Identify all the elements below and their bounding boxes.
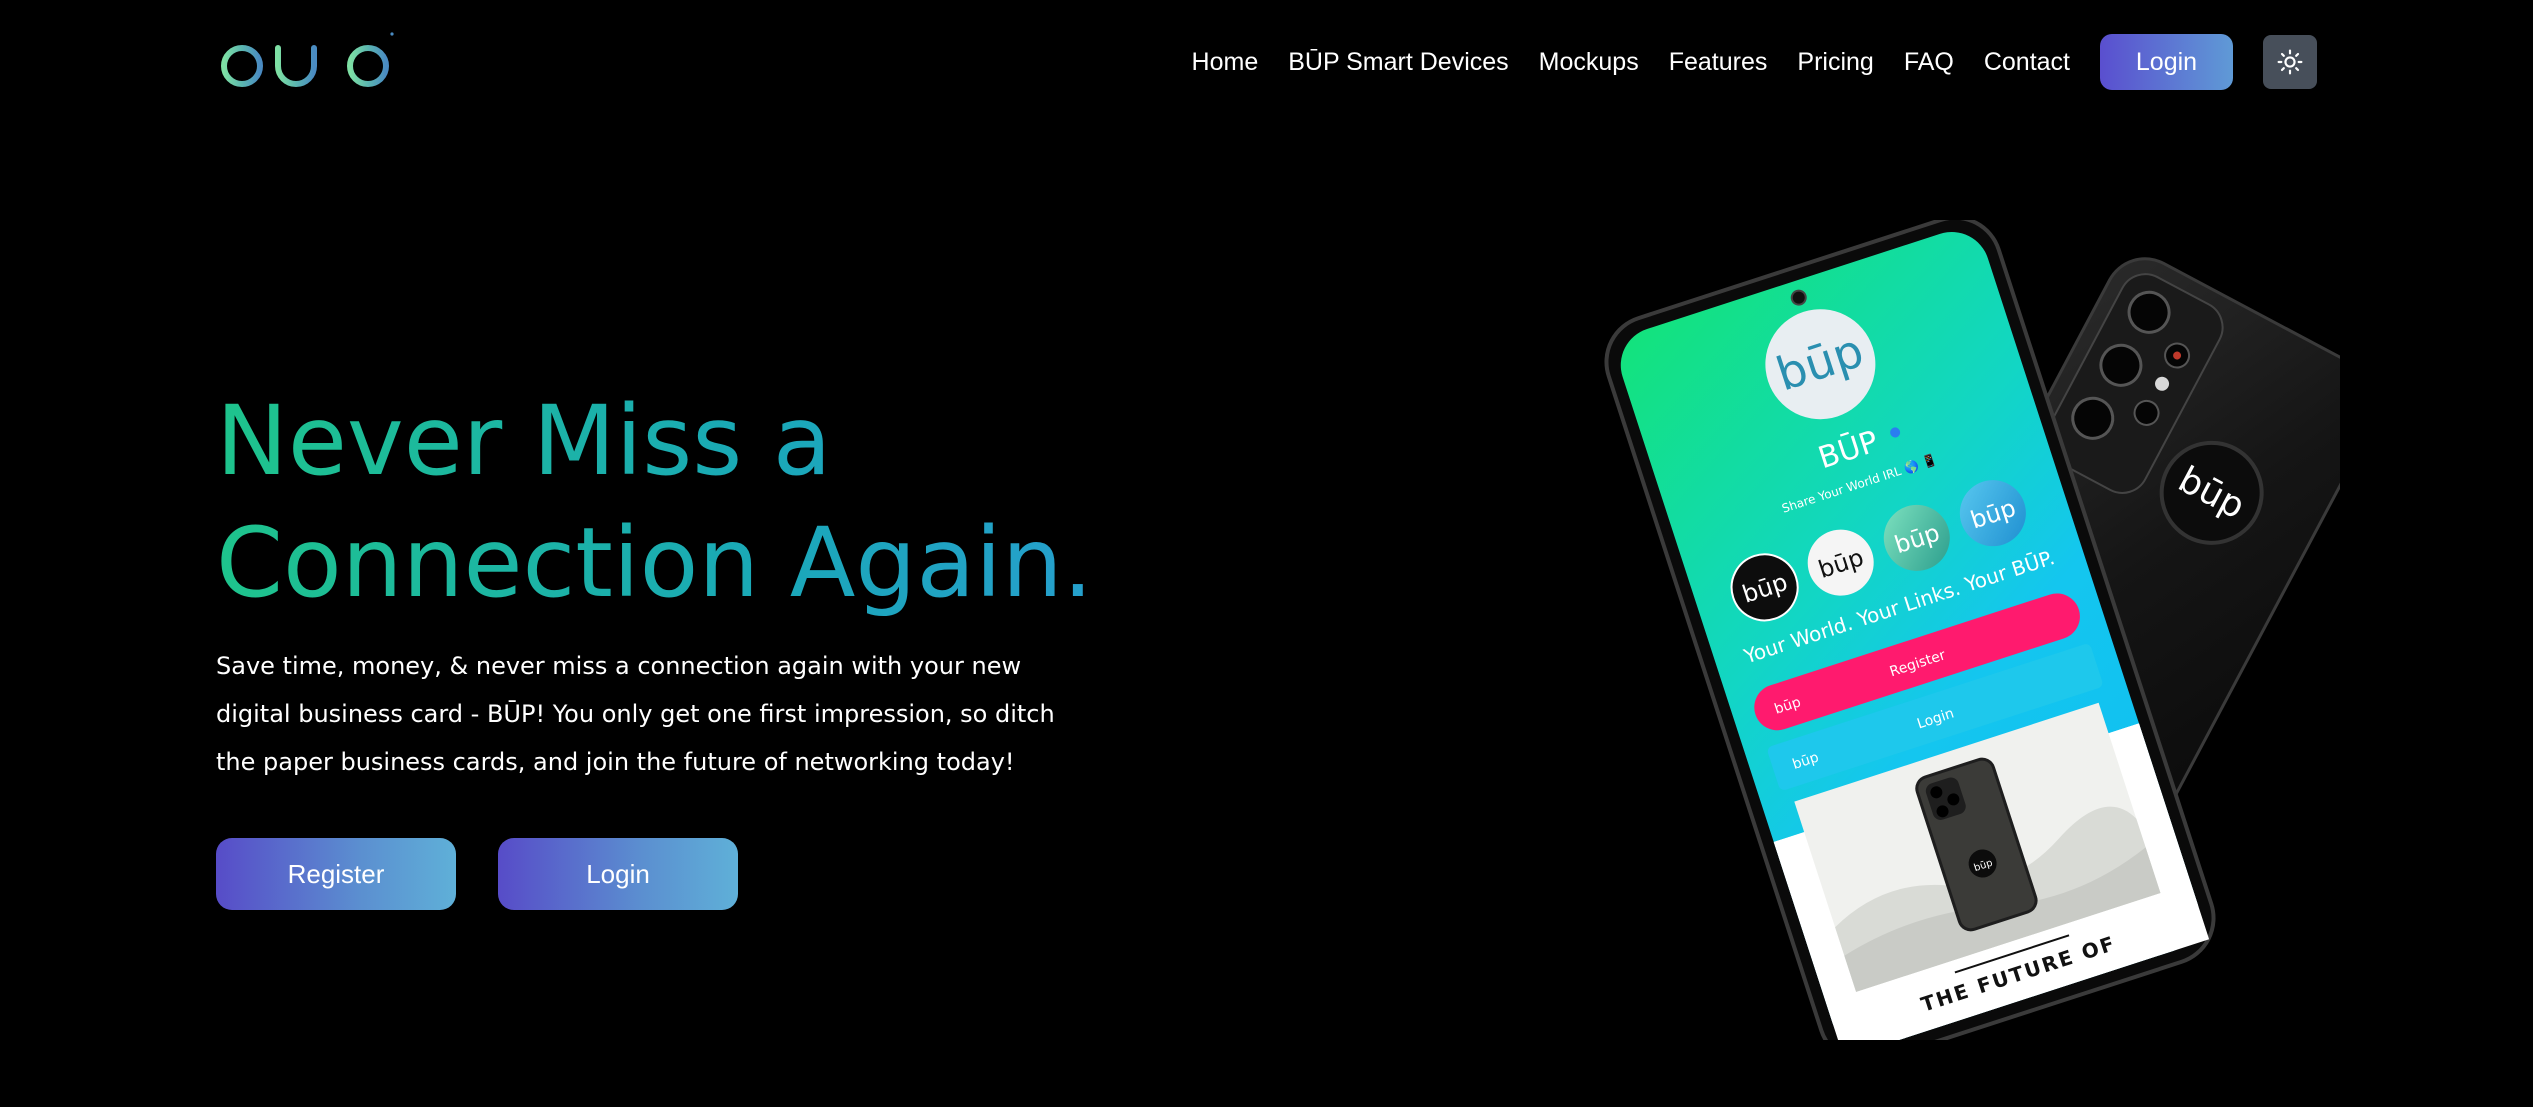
hero-login-button[interactable]: Login xyxy=(498,838,738,910)
nav-contact-link[interactable]: Contact xyxy=(1984,33,2070,91)
nav-pricing-link[interactable]: Pricing xyxy=(1797,33,1873,91)
nav-features-link[interactable]: Features xyxy=(1669,33,1768,91)
nav-login-button[interactable]: Login xyxy=(2100,34,2233,90)
nav-smart-devices-link[interactable]: BŪP Smart Devices xyxy=(1288,33,1508,91)
main-nav: Home BŪP Smart Devices Mockups Features … xyxy=(1192,33,2317,91)
brand-logo[interactable] xyxy=(216,20,396,100)
hero-title-line-2: Connection Again. xyxy=(216,507,1094,619)
hero-title: Never Miss a Connection Again. xyxy=(216,380,1216,624)
phone-mockup-svg: būp būp BŪP Share Your World IRL 🌎 📱 būp… xyxy=(1604,220,2340,1040)
nav-mockups-link[interactable]: Mockups xyxy=(1539,33,1639,91)
theme-toggle-button[interactable] xyxy=(2263,35,2317,89)
hero-description: Save time, money, & never miss a connect… xyxy=(216,652,1055,776)
bup-wordmark-logo xyxy=(219,23,394,100)
phone-mockup-illustration: būp būp BŪP Share Your World IRL 🌎 📱 būp… xyxy=(1600,220,2340,1040)
sun-icon xyxy=(2277,49,2303,75)
landing-page: Home BŪP Smart Devices Mockups Features … xyxy=(0,0,2533,1107)
nav-faq-link[interactable]: FAQ xyxy=(1904,33,1954,91)
nav-home-link[interactable]: Home xyxy=(1192,33,1259,91)
hero-register-button[interactable]: Register xyxy=(216,838,456,910)
hero-title-line-1: Never Miss a xyxy=(216,385,832,497)
